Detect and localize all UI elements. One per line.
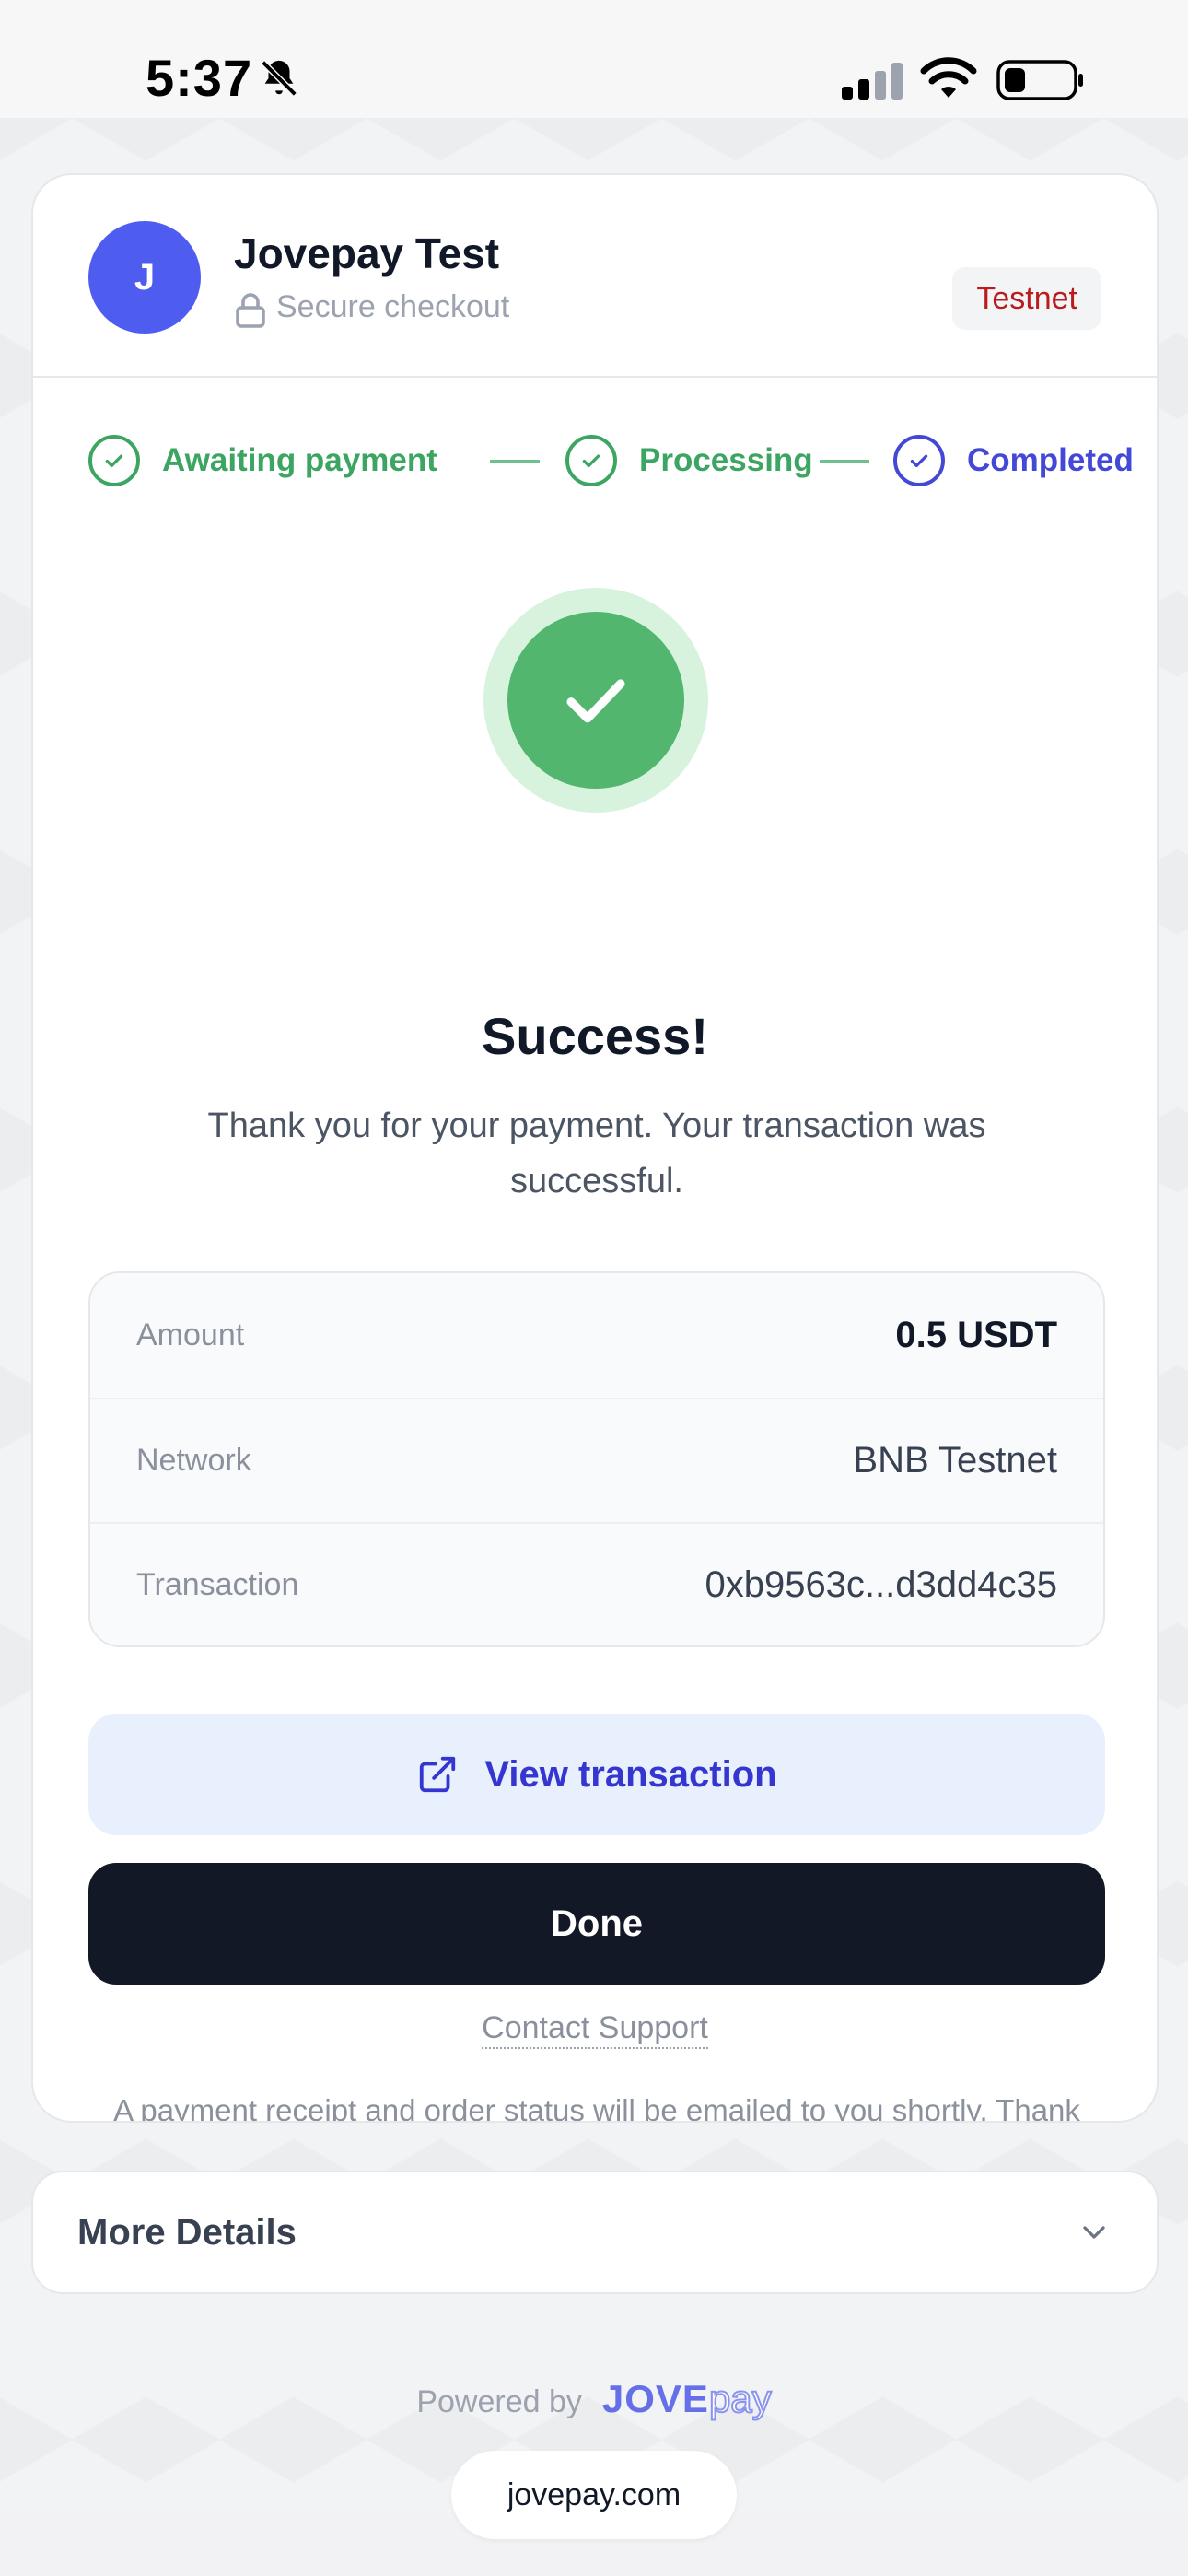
view-transaction-label: View transaction	[484, 1753, 777, 1795]
step-connector	[490, 460, 540, 463]
view-transaction-button[interactable]: View transaction	[88, 1714, 1105, 1835]
detail-label: Amount	[136, 1317, 245, 1352]
network-badge: Testnet	[952, 267, 1101, 330]
wifi-icon	[920, 57, 977, 98]
merchant-name: Jovepay Test	[234, 229, 500, 277]
contact-support-link[interactable]: Contact Support	[482, 2010, 708, 2049]
powered-by: Powered by JOVEpay	[0, 2376, 1188, 2421]
step-label: Awaiting payment	[162, 442, 437, 478]
receipt-note: A payment receipt and order status will …	[113, 2093, 1080, 2123]
browser-url-pill[interactable]: jovepay.com	[451, 2451, 737, 2539]
detail-label: Network	[136, 1443, 251, 1478]
status-time: 5:37	[146, 49, 253, 107]
brand-logo-pay: pay	[708, 2376, 773, 2421]
chevron-down-icon	[1083, 2226, 1105, 2239]
lock-icon	[236, 293, 265, 328]
merchant-avatar: J	[88, 221, 201, 334]
contact-support-wrapper: Contact Support	[33, 2010, 1157, 2049]
checkout-card: J Jovepay Test Secure checkout Testnet A…	[31, 173, 1159, 2123]
secure-checkout-label: Secure checkout	[276, 289, 510, 324]
success-message: Thank you for your payment. Your transac…	[207, 1107, 986, 1200]
more-details-label: More Details	[77, 2211, 297, 2253]
detail-row-network: Network BNB Testnet	[90, 1398, 1103, 1522]
more-details-toggle[interactable]: More Details	[31, 2171, 1159, 2294]
cellular-signal-icon	[842, 63, 903, 100]
step-connector	[820, 460, 869, 463]
status-bar: 5:37	[0, 0, 1188, 118]
detail-value: 0xb9563c...d3dd4c35	[705, 1564, 1057, 1605]
check-circle-icon	[565, 435, 617, 486]
detail-value: 0.5 USDT	[895, 1315, 1057, 1355]
payment-details: Amount 0.5 USDT Network BNB Testnet Tran…	[88, 1271, 1105, 1647]
bell-slash-icon	[261, 60, 297, 97]
payment-stepper: Awaiting payment Processing Completed	[88, 431, 1134, 490]
brand-logo-jove: JOVE	[601, 2377, 709, 2420]
check-circle-icon	[893, 435, 945, 486]
powered-by-label: Powered by	[416, 2384, 582, 2419]
step-processing: Processing	[565, 431, 813, 490]
step-label: Completed	[967, 442, 1134, 478]
step-label: Processing	[639, 442, 813, 478]
success-title: Success!	[482, 1007, 708, 1065]
detail-label: Transaction	[136, 1567, 299, 1602]
detail-row-amount: Amount 0.5 USDT	[90, 1273, 1103, 1398]
detail-value: BNB Testnet	[853, 1440, 1057, 1481]
battery-icon	[996, 60, 1083, 100]
check-circle-icon	[88, 435, 140, 486]
merchant-header: J Jovepay Test Secure checkout Testnet	[33, 175, 1157, 378]
detail-row-transaction: Transaction 0xb9563c...d3dd4c35	[90, 1522, 1103, 1645]
step-completed: Completed	[893, 431, 1134, 490]
external-link-icon	[420, 1756, 456, 1793]
done-button[interactable]: Done	[88, 1863, 1105, 1985]
checkmark-icon	[507, 612, 684, 789]
step-awaiting-payment: Awaiting payment	[88, 431, 437, 490]
success-indicator	[483, 588, 708, 813]
